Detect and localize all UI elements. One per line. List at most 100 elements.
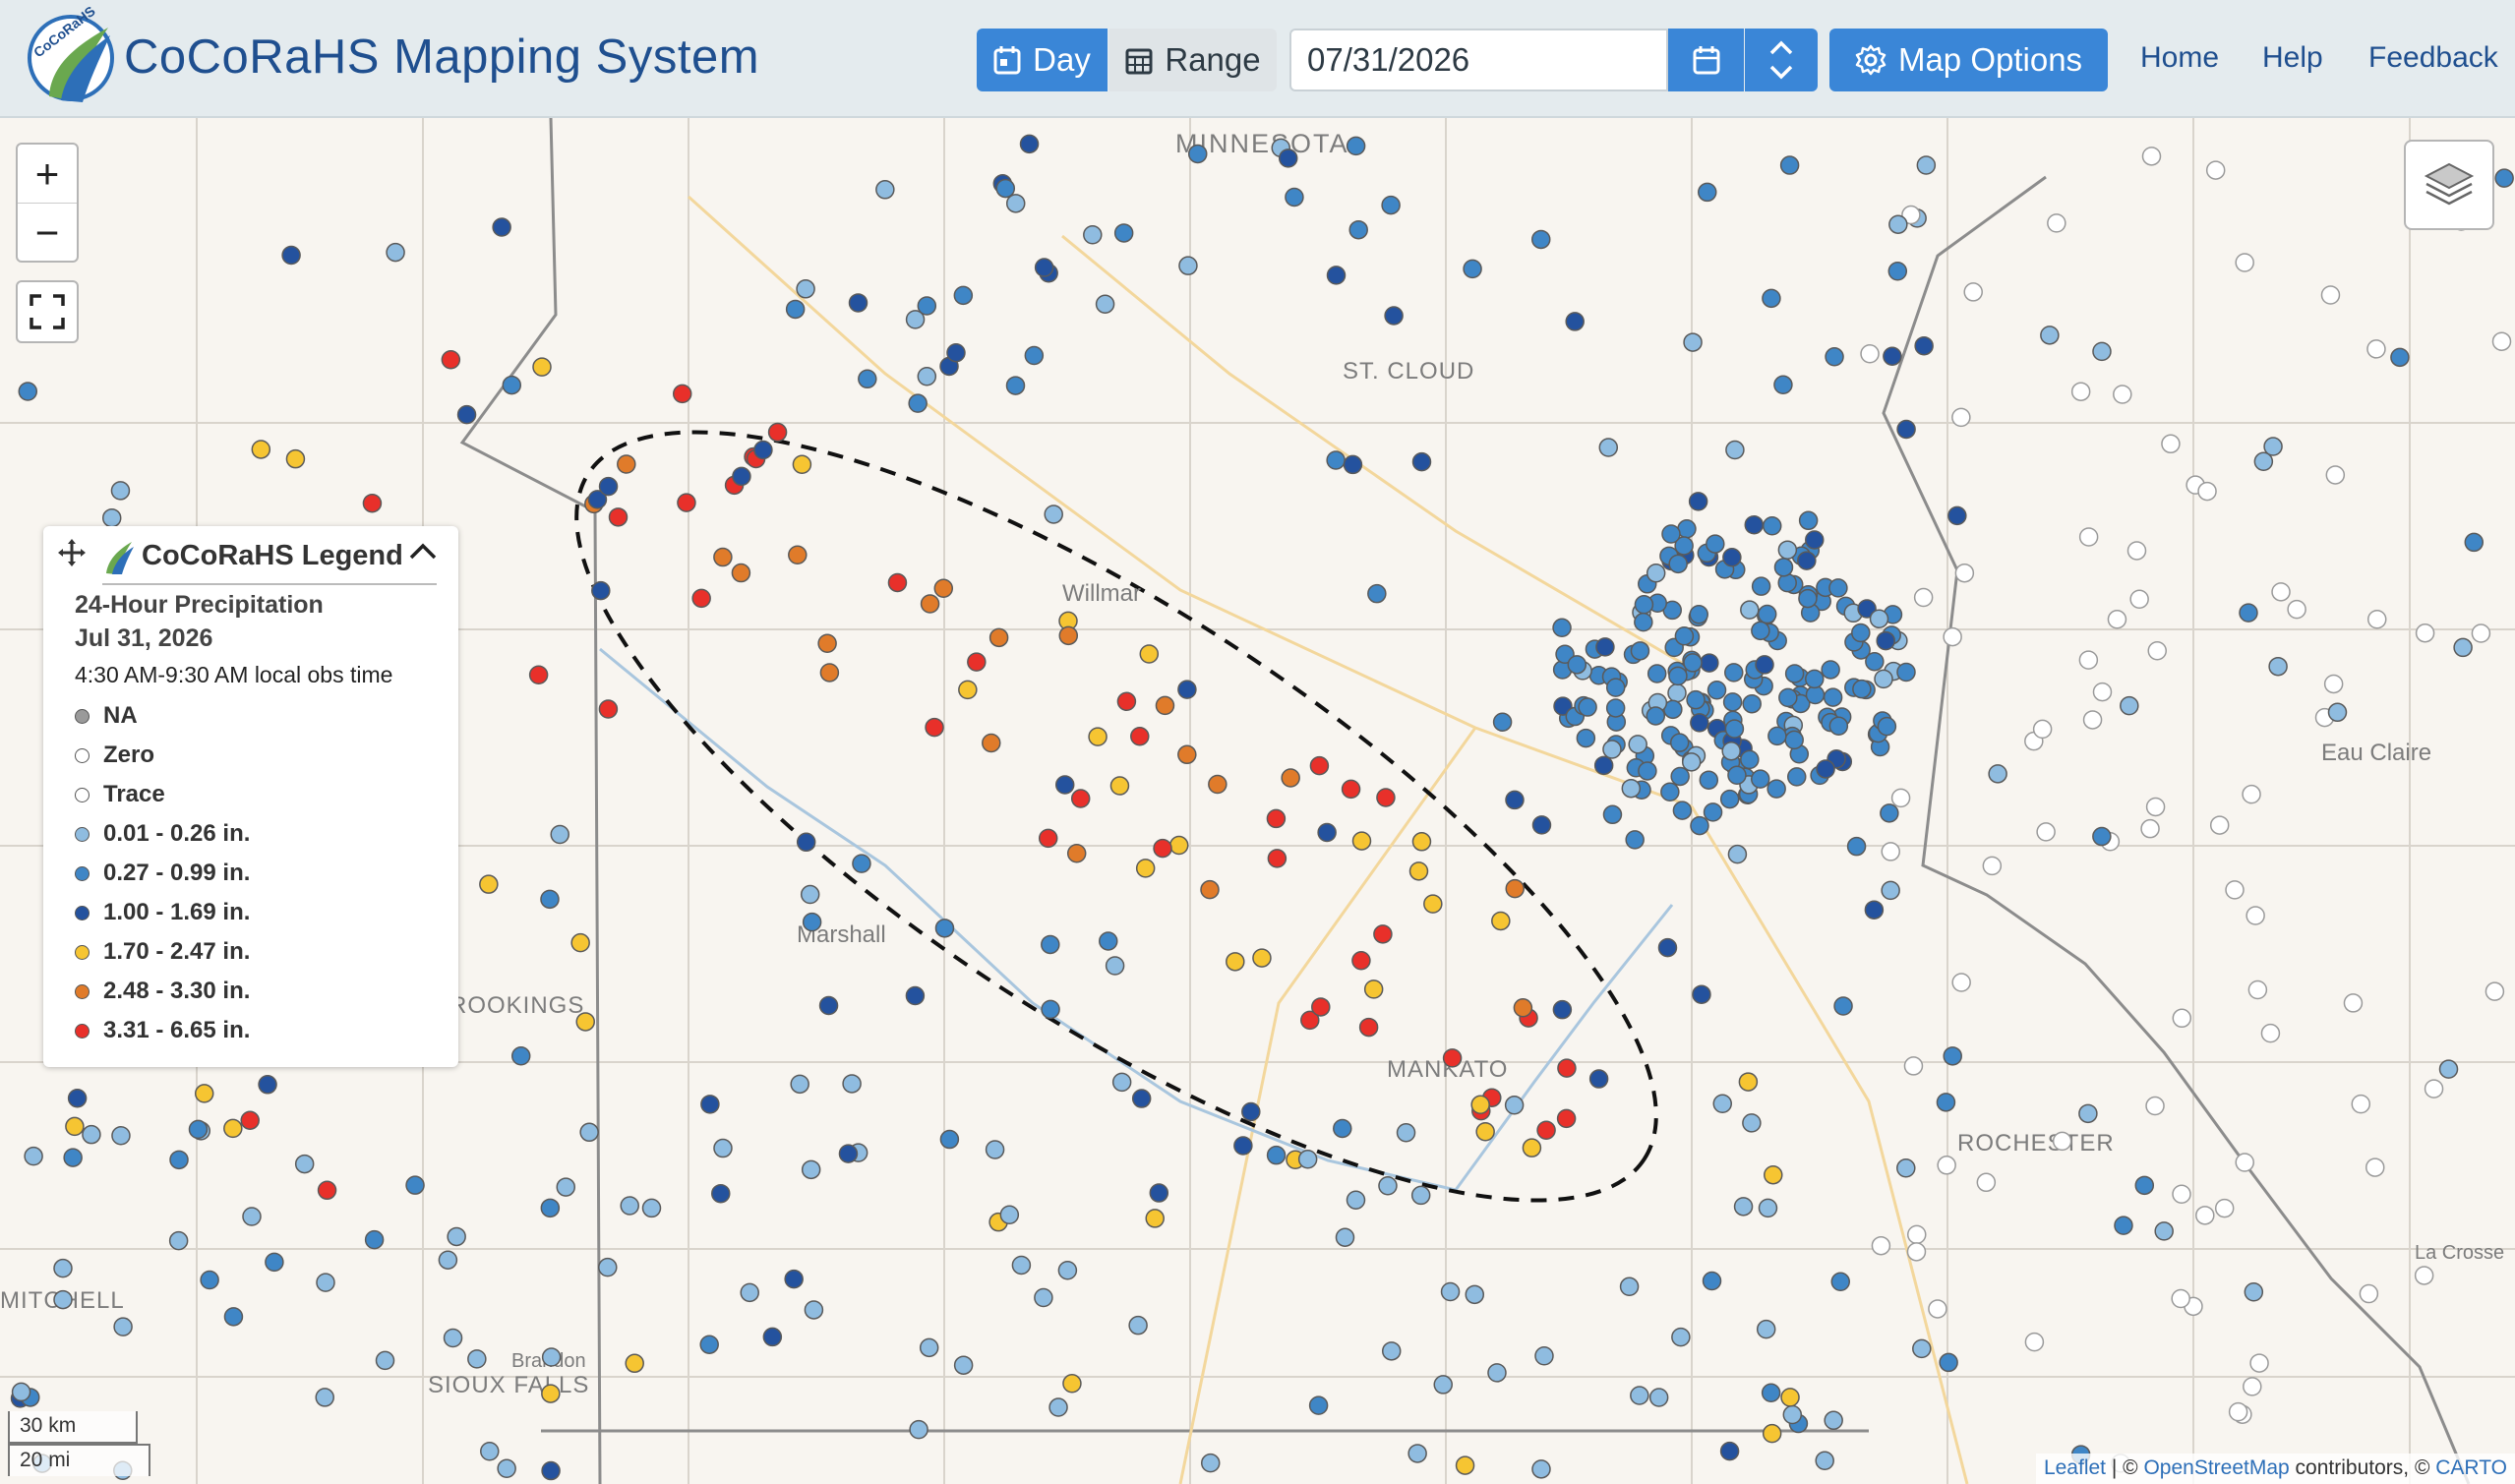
station-marker[interactable] bbox=[1751, 576, 1771, 596]
station-marker[interactable] bbox=[386, 242, 405, 263]
station-marker[interactable] bbox=[1661, 524, 1681, 544]
station-marker[interactable] bbox=[1326, 450, 1346, 470]
station-marker[interactable] bbox=[2228, 1401, 2248, 1422]
station-marker[interactable] bbox=[1311, 997, 1331, 1017]
station-marker[interactable] bbox=[1702, 1271, 1722, 1291]
station-marker[interactable] bbox=[905, 985, 926, 1006]
station-marker[interactable] bbox=[2145, 797, 2166, 817]
station-marker[interactable] bbox=[480, 1441, 500, 1461]
station-marker[interactable] bbox=[2414, 1266, 2434, 1285]
station-marker[interactable] bbox=[2172, 1184, 2191, 1205]
station-marker[interactable] bbox=[1423, 894, 1443, 914]
station-marker[interactable] bbox=[1038, 828, 1058, 849]
station-marker[interactable] bbox=[2078, 650, 2099, 670]
zoom-out-button[interactable]: − bbox=[18, 204, 77, 263]
station-marker[interactable] bbox=[1041, 934, 1060, 955]
station-marker[interactable] bbox=[18, 382, 38, 401]
station-marker[interactable] bbox=[1208, 774, 1228, 795]
station-marker[interactable] bbox=[1761, 1383, 1781, 1403]
station-marker[interactable] bbox=[785, 299, 806, 320]
station-marker[interactable] bbox=[1903, 1056, 1924, 1076]
station-marker[interactable] bbox=[790, 1074, 809, 1095]
station-marker[interactable] bbox=[1367, 583, 1387, 604]
station-marker[interactable] bbox=[1105, 956, 1125, 976]
station-marker[interactable] bbox=[1907, 1224, 1927, 1245]
station-marker[interactable] bbox=[510, 1046, 531, 1066]
station-marker[interactable] bbox=[541, 1347, 562, 1367]
station-marker[interactable] bbox=[1874, 669, 1893, 689]
station-marker[interactable] bbox=[2209, 815, 2230, 835]
station-marker[interactable] bbox=[1024, 345, 1045, 366]
station-marker[interactable] bbox=[1742, 693, 1762, 714]
station-marker[interactable] bbox=[1740, 600, 1760, 620]
station-marker[interactable] bbox=[1852, 679, 1872, 699]
station-marker[interactable] bbox=[1408, 861, 1429, 881]
station-marker[interactable] bbox=[1851, 623, 1871, 643]
station-marker[interactable] bbox=[1187, 144, 1208, 164]
station-marker[interactable] bbox=[532, 357, 552, 377]
station-marker[interactable] bbox=[1628, 735, 1647, 754]
station-marker[interactable] bbox=[1588, 1069, 1609, 1089]
station-marker[interactable] bbox=[784, 1269, 804, 1289]
station-marker[interactable] bbox=[2320, 285, 2341, 305]
station-marker[interactable] bbox=[1351, 950, 1371, 971]
station-marker[interactable] bbox=[2032, 719, 2053, 740]
station-marker[interactable] bbox=[1784, 730, 1804, 750]
station-marker[interactable] bbox=[1683, 653, 1703, 673]
station-marker[interactable] bbox=[933, 578, 954, 599]
station-marker[interactable] bbox=[2494, 168, 2514, 188]
station-marker[interactable] bbox=[1111, 1072, 1132, 1093]
nav-home-link[interactable]: Home bbox=[2140, 41, 2219, 75]
station-marker[interactable] bbox=[1740, 749, 1760, 770]
station-marker[interactable] bbox=[1463, 259, 1482, 279]
station-marker[interactable] bbox=[1634, 612, 1653, 632]
station-marker[interactable] bbox=[2195, 1206, 2215, 1225]
station-marker[interactable] bbox=[1396, 1122, 1416, 1143]
station-marker[interactable] bbox=[852, 854, 871, 873]
station-marker[interactable] bbox=[1674, 625, 1695, 646]
station-marker[interactable] bbox=[1113, 223, 1134, 243]
station-marker[interactable] bbox=[1881, 880, 1900, 901]
station-marker[interactable] bbox=[1896, 1158, 1916, 1178]
station-marker[interactable] bbox=[1727, 844, 1748, 864]
station-marker[interactable] bbox=[2359, 1283, 2379, 1304]
station-marker[interactable] bbox=[497, 1458, 516, 1479]
station-marker[interactable] bbox=[2235, 1153, 2254, 1172]
station-marker[interactable] bbox=[1233, 1136, 1253, 1156]
station-marker[interactable] bbox=[1373, 924, 1393, 944]
station-marker[interactable] bbox=[1668, 554, 1688, 574]
station-marker[interactable] bbox=[1411, 832, 1432, 852]
station-marker[interactable] bbox=[817, 633, 837, 653]
station-marker[interactable] bbox=[1576, 728, 1596, 748]
station-marker[interactable] bbox=[1779, 155, 1800, 175]
station-marker[interactable] bbox=[2214, 1198, 2235, 1218]
station-marker[interactable] bbox=[1727, 765, 1747, 786]
station-marker[interactable] bbox=[63, 1148, 83, 1167]
layers-control-button[interactable] bbox=[2404, 140, 2494, 230]
osm-link[interactable]: OpenStreetMap bbox=[2143, 1456, 2289, 1479]
station-marker[interactable] bbox=[2246, 906, 2265, 925]
station-marker[interactable] bbox=[1155, 695, 1175, 716]
station-marker[interactable] bbox=[2464, 532, 2485, 553]
station-marker[interactable] bbox=[1638, 761, 1657, 781]
station-marker[interactable] bbox=[2366, 339, 2386, 359]
station-marker[interactable] bbox=[1762, 288, 1781, 309]
station-marker[interactable] bbox=[1913, 587, 1934, 608]
station-marker[interactable] bbox=[804, 1300, 824, 1320]
station-marker[interactable] bbox=[1689, 605, 1708, 624]
station-marker[interactable] bbox=[1116, 691, 1137, 712]
station-marker[interactable] bbox=[1407, 1444, 1427, 1463]
station-marker[interactable] bbox=[200, 1270, 219, 1290]
station-marker[interactable] bbox=[188, 1119, 209, 1140]
station-marker[interactable] bbox=[713, 1138, 733, 1158]
station-marker[interactable] bbox=[598, 699, 619, 719]
station-marker[interactable] bbox=[2287, 599, 2306, 620]
station-marker[interactable] bbox=[1044, 505, 1063, 524]
station-marker[interactable] bbox=[1005, 194, 1026, 213]
station-marker[interactable] bbox=[1088, 727, 1108, 746]
station-marker[interactable] bbox=[1346, 136, 1366, 156]
station-marker[interactable] bbox=[1830, 1272, 1851, 1292]
station-marker[interactable] bbox=[1703, 802, 1723, 822]
station-marker[interactable] bbox=[1646, 706, 1666, 726]
station-marker[interactable] bbox=[1505, 790, 1525, 810]
